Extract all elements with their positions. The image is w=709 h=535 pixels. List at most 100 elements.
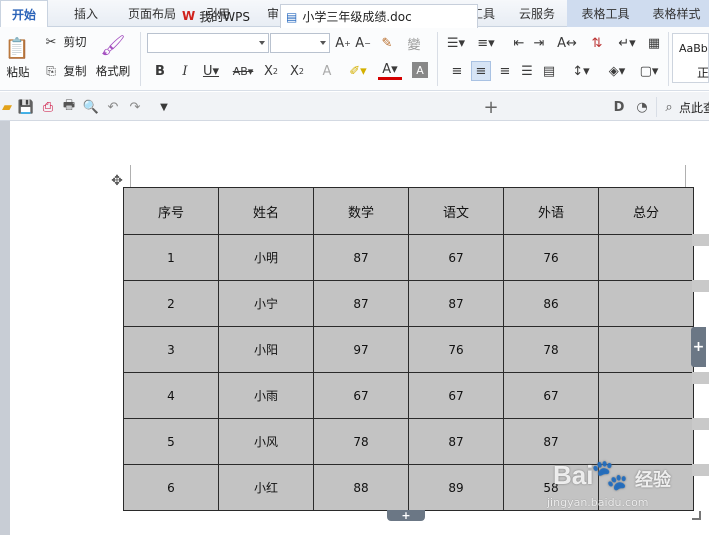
table-cell[interactable] <box>598 234 694 281</box>
borders-icon[interactable]: ▦ <box>644 34 664 52</box>
header-cell-name[interactable]: 姓名 <box>218 187 314 235</box>
tab-cloud[interactable]: 云服务 <box>512 0 562 27</box>
numbered-list-icon[interactable]: ≡▾ <box>474 34 498 52</box>
table-cell[interactable]: 2 <box>123 280 219 327</box>
table-cell[interactable]: 97 <box>313 326 409 373</box>
superscript-icon[interactable]: X2 <box>262 62 280 80</box>
print-preview-icon[interactable]: 🔍 <box>82 98 100 116</box>
char-spacing-icon[interactable]: A↔ <box>555 34 579 52</box>
table-cell[interactable]: 76 <box>408 326 504 373</box>
highlight-icon[interactable]: ✐▾ <box>346 62 370 80</box>
add-row-button[interactable]: + <box>387 509 425 522</box>
save-icon[interactable]: 💾 <box>17 98 35 116</box>
header-cell-index[interactable]: 序号 <box>123 187 219 235</box>
table-cell[interactable]: 67 <box>503 372 599 419</box>
font-color-icon[interactable]: A▾ <box>378 62 402 80</box>
line-spacing-icon[interactable]: ↕▾ <box>568 62 594 80</box>
table-cell[interactable]: 小明 <box>218 234 314 281</box>
search-icon[interactable]: ⌕ <box>661 98 677 116</box>
tab-page-layout[interactable]: 页面布局 <box>120 0 184 27</box>
scissors-icon[interactable]: ✂ <box>42 33 60 51</box>
table-cell[interactable] <box>598 372 694 419</box>
table-cell[interactable]: 86 <box>503 280 599 327</box>
sort-icon[interactable]: ⇅ <box>588 34 606 52</box>
table-cell[interactable]: 87 <box>313 234 409 281</box>
paste-button[interactable]: 粘贴 <box>0 64 36 80</box>
table-cell[interactable]: 88 <box>313 464 409 511</box>
format-painter-icon[interactable]: 🖌 <box>100 32 126 58</box>
tab-table-tools[interactable]: 表格工具 <box>567 0 644 27</box>
table-cell[interactable]: 76 <box>503 234 599 281</box>
table-cell[interactable]: 67 <box>408 372 504 419</box>
shrink-font-icon[interactable]: A − <box>354 34 372 52</box>
paste-icon[interactable]: 📋 <box>4 35 30 61</box>
copy-icon[interactable]: ⎘ <box>42 62 60 80</box>
table-cell[interactable]: 67 <box>408 234 504 281</box>
sync-icon[interactable]: D <box>610 98 628 116</box>
table-cell[interactable]: 87 <box>313 280 409 327</box>
tab-insert[interactable]: 插入 <box>60 0 112 27</box>
bullet-list-icon[interactable]: ☰▾ <box>444 34 468 52</box>
table-cell[interactable]: 小雨 <box>218 372 314 419</box>
table-cell[interactable]: 4 <box>123 372 219 419</box>
undo-icon[interactable]: ↶ <box>104 98 122 116</box>
align-left-icon[interactable]: ≡ <box>448 62 466 80</box>
align-right-icon[interactable]: ≡ <box>496 62 514 80</box>
decrease-indent-icon[interactable]: ⇤ <box>510 34 528 52</box>
table-cell[interactable]: 78 <box>503 326 599 373</box>
customize-toolbar-icon[interactable]: ▼ <box>155 98 173 116</box>
open-folder-icon[interactable]: ▰ <box>0 98 14 116</box>
header-cell-math[interactable]: 数学 <box>313 187 409 235</box>
grow-font-icon[interactable]: A + <box>334 34 352 52</box>
phonetic-guide-icon[interactable]: 變 <box>402 34 426 53</box>
subscript-icon[interactable]: X2 <box>288 62 306 80</box>
export-pdf-icon[interactable]: ⎙ <box>39 98 57 116</box>
increase-indent-icon[interactable]: ⇥ <box>530 34 548 52</box>
tab-my-wps[interactable]: W 我的WPS <box>178 4 278 28</box>
table-cell[interactable]: 5 <box>123 418 219 465</box>
justify-icon[interactable]: ☰ <box>518 62 536 80</box>
char-shading-icon[interactable]: A <box>412 62 428 78</box>
header-cell-english[interactable]: 外语 <box>503 187 599 235</box>
format-painter-button[interactable]: 格式刷 <box>93 63 133 79</box>
align-center-icon[interactable]: ≡ <box>471 61 491 81</box>
bold-icon[interactable]: B <box>151 62 169 80</box>
tab-table-style[interactable]: 表格样式 <box>644 0 709 27</box>
add-column-button[interactable]: + <box>691 327 706 367</box>
table-cell[interactable]: 小红 <box>218 464 314 511</box>
table-cell[interactable]: 87 <box>408 280 504 327</box>
shading-icon[interactable]: ◈▾ <box>604 62 630 80</box>
cut-button[interactable]: 剪切 <box>60 34 90 50</box>
table-cell[interactable]: 小风 <box>218 418 314 465</box>
border-options-icon[interactable]: ▢▾ <box>636 62 662 80</box>
copy-button[interactable]: 复制 <box>60 63 90 79</box>
table-cell[interactable] <box>598 326 694 373</box>
tab-document[interactable]: ▤ 小学三年级成绩.doc <box>280 4 478 28</box>
print-icon[interactable]: 🖶 <box>60 98 78 116</box>
header-cell-total[interactable]: 总分 <box>598 187 694 235</box>
skin-icon[interactable]: ◔ <box>633 98 651 116</box>
style-gallery[interactable]: AaBb 正 <box>672 33 709 83</box>
redo-icon[interactable]: ↷ <box>126 98 144 116</box>
table-cell[interactable]: 小阳 <box>218 326 314 373</box>
show-marks-icon[interactable]: ↵▾ <box>616 34 638 52</box>
table-cell[interactable]: 87 <box>408 418 504 465</box>
header-cell-chinese[interactable]: 语文 <box>408 187 504 235</box>
clear-format-icon[interactable]: ✎ <box>378 34 396 52</box>
table-cell[interactable]: 小宁 <box>218 280 314 327</box>
table-cell[interactable]: 78 <box>313 418 409 465</box>
table-cell[interactable]: 89 <box>408 464 504 511</box>
font-name-select[interactable] <box>147 33 269 53</box>
table-cell[interactable]: 1 <box>123 234 219 281</box>
new-tab-icon[interactable]: + <box>482 97 500 118</box>
distributed-icon[interactable]: ▤ <box>540 62 558 80</box>
table-cell[interactable]: 67 <box>313 372 409 419</box>
font-size-select[interactable] <box>270 33 330 53</box>
search-box[interactable]: 点此查 <box>679 98 709 116</box>
tab-home[interactable]: 开始 <box>0 0 48 28</box>
underline-icon[interactable]: U▾ <box>200 62 222 80</box>
italic-icon[interactable]: I <box>176 62 194 80</box>
table-cell[interactable]: 3 <box>123 326 219 373</box>
text-effect-icon[interactable]: A <box>318 62 336 80</box>
table-cell[interactable] <box>598 280 694 327</box>
